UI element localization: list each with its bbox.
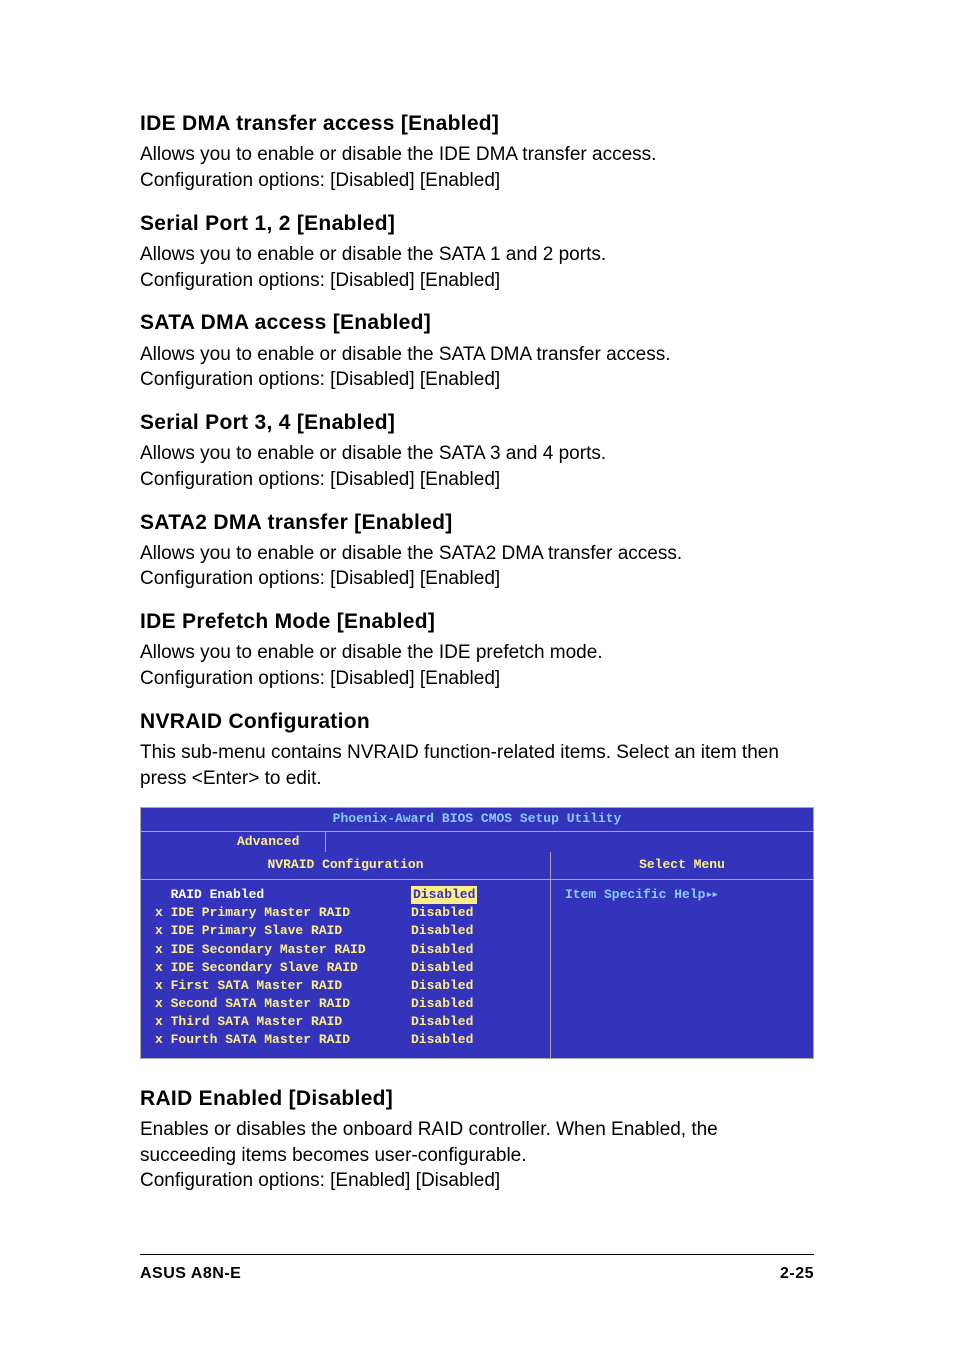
doc-section: NVRAID Configuration This sub-menu contai… <box>140 708 814 792</box>
right-arrows-icon: ▸▸ <box>705 887 717 902</box>
bios-item-row: x Second SATA Master RAIDDisabled <box>155 995 536 1013</box>
section-heading: NVRAID Configuration <box>140 708 814 736</box>
section-heading: Serial Port 3, 4 [Enabled] <box>140 409 814 437</box>
doc-section: Serial Port 3, 4 [Enabled] Allows you to … <box>140 409 814 493</box>
bios-screenshot: Phoenix-Award BIOS CMOS Setup Utility Ad… <box>140 807 814 1058</box>
doc-section: IDE DMA transfer access [Enabled] Allows … <box>140 110 814 194</box>
section-heading: RAID Enabled [Disabled] <box>140 1085 814 1113</box>
bios-item-value: Disabled <box>411 977 473 995</box>
bios-help-text: Item Specific Help <box>565 887 705 902</box>
bios-header-row: NVRAID Configuration Select Menu <box>141 852 813 879</box>
bios-body: RAID EnabledDisabledx IDE Primary Master… <box>141 879 813 1058</box>
bios-left-header: NVRAID Configuration <box>141 852 551 879</box>
bios-right-header: Select Menu <box>551 852 813 879</box>
section-heading: SATA2 DMA transfer [Enabled] <box>140 509 814 537</box>
section-body: This sub-menu contains NVRAID function-r… <box>140 740 814 791</box>
bios-item-row: RAID EnabledDisabled <box>155 886 536 904</box>
bios-item-label: x Fourth SATA Master RAID <box>155 1031 411 1049</box>
doc-section: SATA DMA access [Enabled] Allows you to e… <box>140 309 814 393</box>
bios-item-value: Disabled <box>411 922 473 940</box>
doc-section: RAID Enabled [Disabled] Enables or disab… <box>140 1085 814 1194</box>
section-body: Allows you to enable or disable the SATA… <box>140 242 814 293</box>
bios-item-label: x Third SATA Master RAID <box>155 1013 411 1031</box>
bios-item-label: RAID Enabled <box>155 886 411 904</box>
doc-section: SATA2 DMA transfer [Enabled] Allows you t… <box>140 509 814 593</box>
bios-item-value: Disabled <box>411 959 473 977</box>
bios-item-row: x Fourth SATA Master RAIDDisabled <box>155 1031 536 1049</box>
doc-section: Serial Port 1, 2 [Enabled] Allows you to … <box>140 210 814 294</box>
bios-item-label: x First SATA Master RAID <box>155 977 411 995</box>
bios-item-row: x First SATA Master RAIDDisabled <box>155 977 536 995</box>
footer-product: ASUS A8N-E <box>140 1263 241 1285</box>
bios-item-row: x Third SATA Master RAIDDisabled <box>155 1013 536 1031</box>
bios-item-label: x IDE Primary Master RAID <box>155 904 411 922</box>
bios-title: Phoenix-Award BIOS CMOS Setup Utility <box>141 808 813 831</box>
bios-item-value: Disabled <box>411 995 473 1013</box>
bios-item-row: x IDE Primary Slave RAIDDisabled <box>155 922 536 940</box>
section-body: Enables or disables the onboard RAID con… <box>140 1117 814 1194</box>
bios-item-value: Disabled <box>411 1031 473 1049</box>
section-body: Allows you to enable or disable the SATA… <box>140 441 814 492</box>
bios-help-panel: Item Specific Help▸▸ <box>551 880 813 1058</box>
section-body: Allows you to enable or disable the SATA… <box>140 541 814 592</box>
section-heading: IDE Prefetch Mode [Enabled] <box>140 608 814 636</box>
bios-item-label: x Second SATA Master RAID <box>155 995 411 1013</box>
bios-item-value: Disabled <box>411 886 477 904</box>
bios-item-row: x IDE Primary Master RAIDDisabled <box>155 904 536 922</box>
footer-page-number: 2-25 <box>780 1263 814 1285</box>
bios-item-label: x IDE Secondary Slave RAID <box>155 959 411 977</box>
section-heading: SATA DMA access [Enabled] <box>140 309 814 337</box>
bios-item-value: Disabled <box>411 941 473 959</box>
bios-item-label: x IDE Secondary Master RAID <box>155 941 411 959</box>
page-footer: ASUS A8N-E 2-25 <box>140 1254 814 1285</box>
bios-item-row: x IDE Secondary Slave RAIDDisabled <box>155 959 536 977</box>
doc-section: IDE Prefetch Mode [Enabled] Allows you to… <box>140 608 814 692</box>
bios-item-row: x IDE Secondary Master RAIDDisabled <box>155 941 536 959</box>
bios-tab-advanced: Advanced <box>211 832 326 852</box>
section-heading: IDE DMA transfer access [Enabled] <box>140 110 814 138</box>
bios-item-value: Disabled <box>411 1013 473 1031</box>
section-body: Allows you to enable or disable the IDE … <box>140 640 814 691</box>
bios-tab-row: Advanced <box>141 832 813 852</box>
section-body: Allows you to enable or disable the SATA… <box>140 342 814 393</box>
section-body: Allows you to enable or disable the IDE … <box>140 142 814 193</box>
bios-item-value: Disabled <box>411 904 473 922</box>
bios-item-list: RAID EnabledDisabledx IDE Primary Master… <box>141 880 551 1058</box>
section-heading: Serial Port 1, 2 [Enabled] <box>140 210 814 238</box>
bios-item-label: x IDE Primary Slave RAID <box>155 922 411 940</box>
